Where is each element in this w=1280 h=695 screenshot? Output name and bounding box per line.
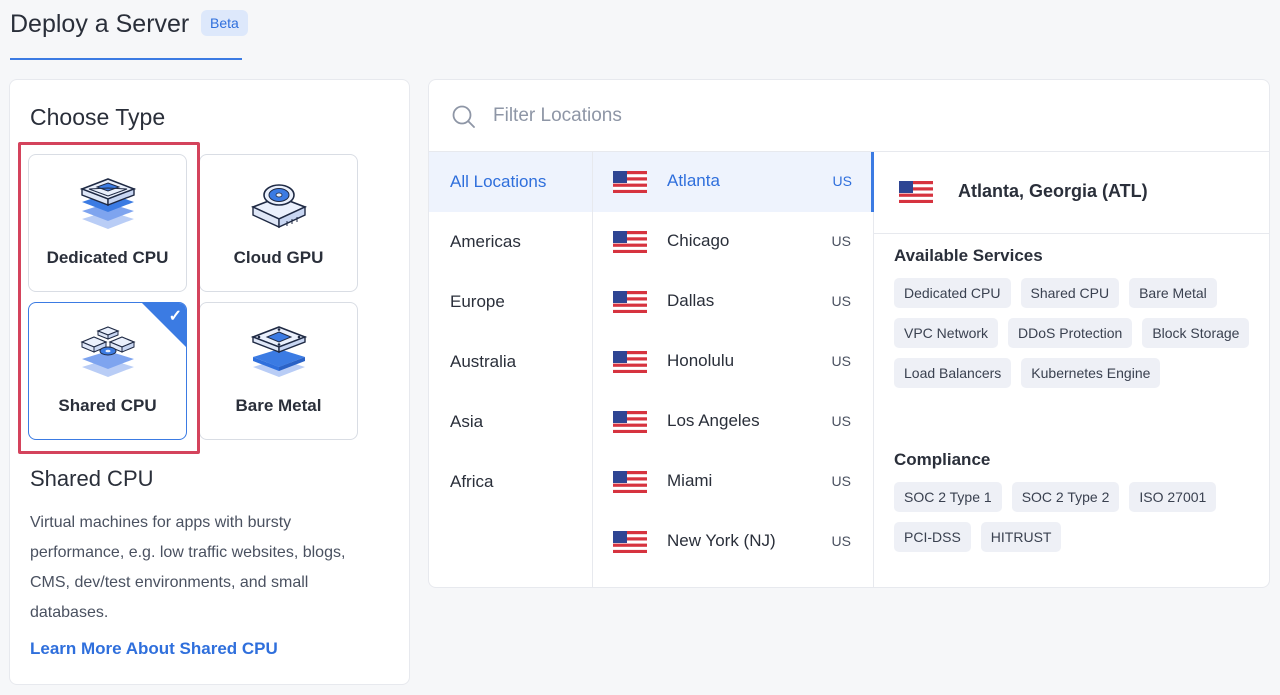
city-name: Miami — [667, 471, 713, 490]
checkmark-icon: ✓ — [168, 308, 182, 325]
learn-more-link[interactable]: Learn More About Shared CPU — [30, 639, 278, 659]
dedicated-cpu-icon — [79, 178, 136, 229]
city-item-chicago[interactable]: Chicago US — [593, 212, 873, 272]
country-code: US — [831, 533, 851, 549]
country-code: US — [831, 233, 851, 249]
type-tile-bare-metal[interactable]: Bare Metal — [199, 302, 358, 440]
city-item-miami[interactable]: Miami US — [593, 452, 873, 512]
city-item-new-york-nj[interactable]: New York (NJ) US — [593, 512, 873, 572]
locations-panel: All Locations Americas Europe Australia … — [428, 79, 1270, 588]
service-chip: Block Storage — [1142, 318, 1250, 348]
city-name: Chicago — [667, 231, 730, 250]
service-chip: Shared CPU — [1020, 278, 1120, 308]
city-name: Honolulu — [667, 351, 735, 370]
tile-label: Bare Metal — [235, 396, 322, 415]
service-chip: Load Balancers — [894, 358, 1012, 388]
shared-cpu-icon — [79, 326, 136, 377]
compliance-title: Compliance — [894, 450, 991, 469]
region-item-americas[interactable]: Americas — [429, 212, 592, 272]
tile-label: Cloud GPU — [233, 248, 324, 267]
region-item-africa[interactable]: Africa — [429, 452, 592, 512]
service-chips: Dedicated CPU Shared CPU Bare Metal VPC … — [894, 278, 1254, 388]
country-code: US — [831, 473, 851, 489]
tile-label: Shared CPU — [58, 396, 157, 415]
location-detail-title: Atlanta, Georgia (ATL) — [958, 181, 1148, 201]
city-name: New York (NJ) — [667, 531, 776, 550]
filter-locations-input[interactable] — [493, 98, 1093, 134]
type-tile-cloud-gpu[interactable]: Cloud GPU — [199, 154, 358, 292]
city-name: Atlanta — [667, 171, 720, 190]
location-detail-header: Atlanta, Georgia (ATL) — [874, 152, 1269, 234]
country-code: US — [831, 293, 851, 309]
region-item-europe[interactable]: Europe — [429, 272, 592, 332]
cloud-gpu-icon — [250, 184, 307, 229]
us-flag-icon — [613, 531, 647, 553]
us-flag-icon — [613, 351, 647, 373]
us-flag-icon — [613, 411, 647, 433]
compliance-chip: SOC 2 Type 1 — [894, 482, 1002, 512]
available-services-title: Available Services — [894, 246, 1043, 265]
city-list: Atlanta US Chicago US Dallas US Honolulu… — [593, 152, 874, 587]
search-icon — [452, 105, 475, 128]
compliance-chip: SOC 2 Type 2 — [1011, 482, 1120, 512]
compliance-chip: ISO 27001 — [1129, 482, 1217, 512]
type-tile-dedicated-cpu[interactable]: Dedicated CPU — [28, 154, 187, 292]
city-item-honolulu[interactable]: Honolulu US — [593, 332, 873, 392]
us-flag-icon — [613, 471, 647, 493]
page-title: Deploy a Server — [10, 10, 190, 38]
choose-type-title: Choose Type — [30, 104, 166, 130]
service-chip: DDoS Protection — [1008, 318, 1133, 348]
region-item-australia[interactable]: Australia — [429, 332, 592, 392]
region-list: All Locations Americas Europe Australia … — [429, 152, 593, 587]
type-tile-shared-cpu[interactable]: Shared CPU ✓ — [28, 302, 187, 440]
filter-bar — [429, 80, 1269, 152]
compliance-chip: PCI-DSS — [894, 522, 971, 552]
city-item-dallas[interactable]: Dallas US — [593, 272, 873, 332]
us-flag-icon — [613, 291, 647, 313]
city-name: Dallas — [667, 291, 715, 310]
compliance-chips: SOC 2 Type 1 SOC 2 Type 2 ISO 27001 PCI-… — [894, 482, 1254, 552]
location-detail: Atlanta, Georgia (ATL) Available Service… — [874, 152, 1269, 587]
region-item-all-locations[interactable]: All Locations — [429, 152, 592, 212]
us-flag-icon — [613, 171, 647, 193]
us-flag-icon — [613, 231, 647, 253]
country-code: US — [832, 173, 852, 189]
city-item-atlanta[interactable]: Atlanta US — [593, 152, 874, 212]
region-item-asia[interactable]: Asia — [429, 392, 592, 452]
service-chip: VPC Network — [894, 318, 999, 348]
country-code: US — [831, 353, 851, 369]
city-item-los-angeles[interactable]: Los Angeles US — [593, 392, 873, 452]
type-description: Virtual machines for apps with bursty pe… — [30, 514, 346, 621]
service-chip: Dedicated CPU — [894, 278, 1011, 308]
service-chip: Bare Metal — [1129, 278, 1217, 308]
us-flag-icon — [899, 181, 933, 203]
bare-metal-icon — [250, 326, 307, 377]
type-description-title: Shared CPU — [30, 466, 154, 491]
tile-label: Dedicated CPU — [46, 248, 169, 267]
compliance-chip: HITRUST — [980, 522, 1062, 552]
beta-badge: Beta — [201, 10, 248, 36]
page-header: Deploy a Server Beta — [10, 0, 248, 60]
city-name: Los Angeles — [667, 411, 760, 430]
choose-type-panel: Choose Type Dedicated CPU Cloud GPU Shar… — [9, 79, 410, 685]
country-code: US — [831, 413, 851, 429]
service-chip: Kubernetes Engine — [1021, 358, 1161, 388]
